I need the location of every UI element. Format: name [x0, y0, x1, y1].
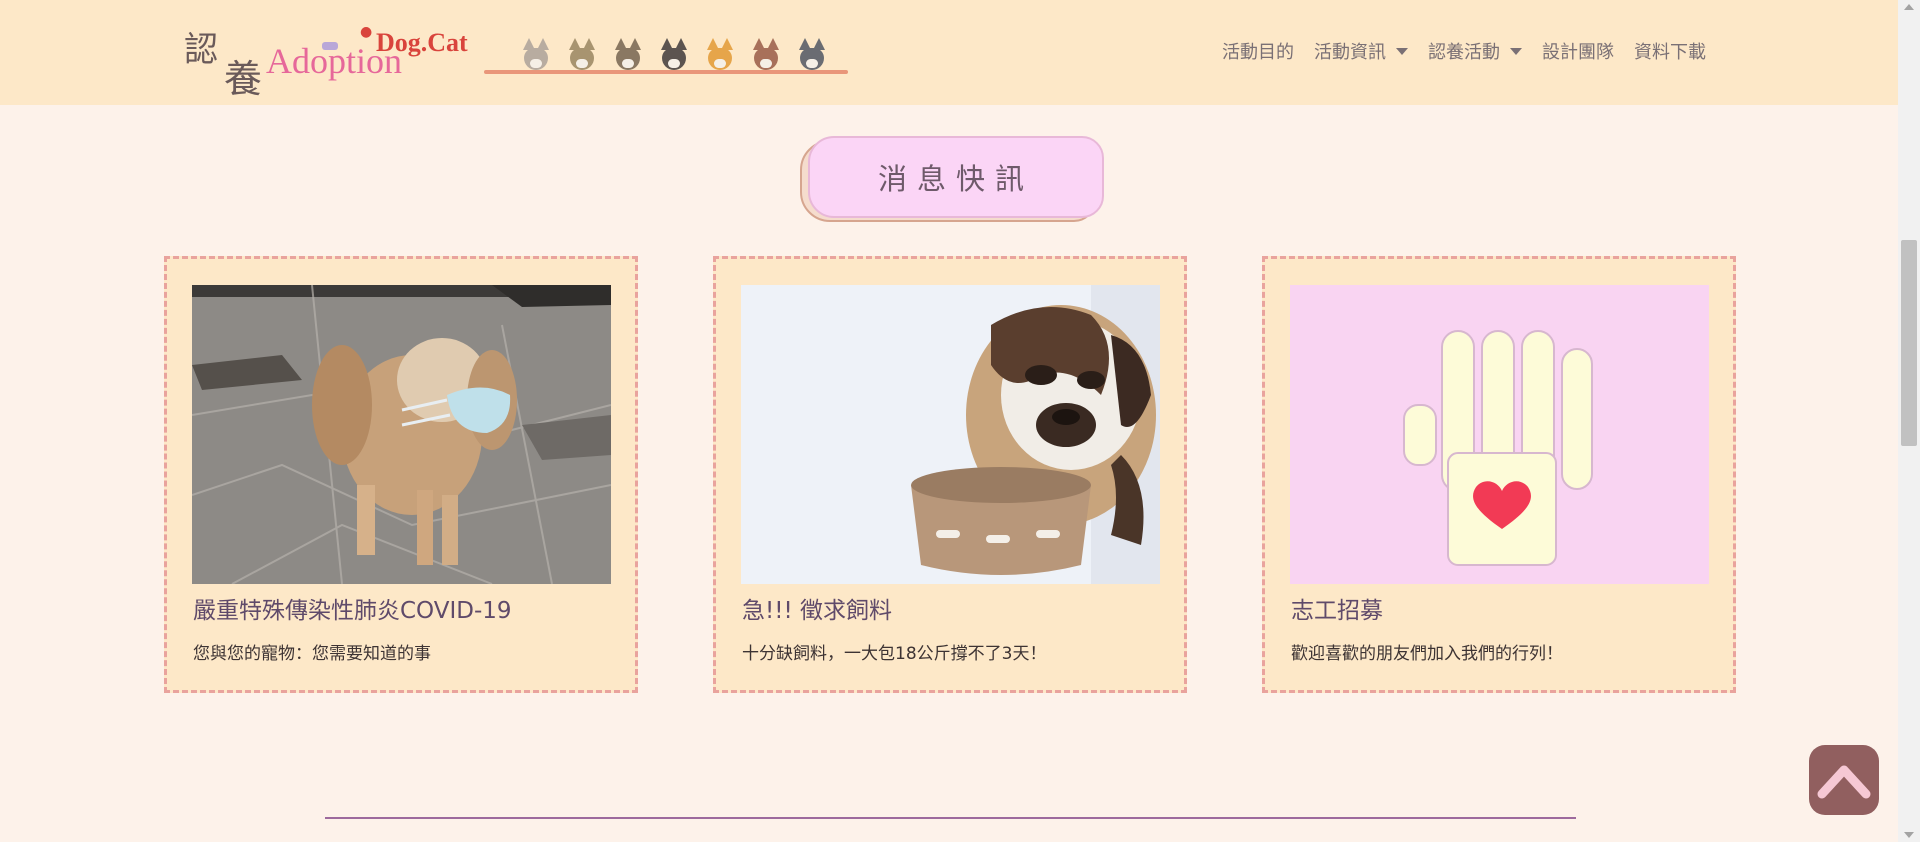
cat-tan-icon [566, 38, 598, 70]
nav-item-purpose[interactable]: 活動目的 [1222, 38, 1294, 64]
section-divider [325, 817, 1576, 819]
nav-item-info[interactable]: 活動資訊 [1314, 38, 1408, 64]
news-card-food-request[interactable]: 急!!! 徵求飼料 十分缺飼料，一大包18公斤撐不了3天！ [713, 256, 1187, 693]
site-logo[interactable]: 認 養 Adoption ● Dog.Cat [184, 18, 474, 101]
main-nav: 活動目的 活動資訊 認養活動 設計團隊 資料下載 [1202, 38, 1706, 64]
logo-kanji-bottom: 養 [224, 57, 263, 101]
nav-item-download[interactable]: 資料下載 [1634, 38, 1706, 64]
nav-item-adoption[interactable]: 認養活動 [1428, 38, 1522, 64]
scroll-down-icon[interactable] [1904, 832, 1914, 838]
card-title[interactable]: 嚴重特殊傳染性肺炎COVID-19 [193, 591, 512, 625]
news-card-volunteer[interactable]: 志工招募 歡迎喜歡的朋友們加入我們的行列！ [1262, 256, 1736, 693]
card-description: 歡迎喜歡的朋友們加入我們的行列！ [1291, 644, 1563, 664]
chevron-up-icon [1817, 765, 1871, 799]
site-header: 認 養 Adoption ● Dog.Cat 活動目的 活動資訊 認養活動 設計… [0, 0, 1898, 105]
nav-item-label: 活動資訊 [1314, 42, 1386, 63]
scrollbar-thumb[interactable] [1901, 240, 1917, 446]
card-title[interactable]: 急!!! 徵求飼料 [742, 591, 892, 625]
paw-icon: ● [360, 24, 373, 40]
nav-item-label: 資料下載 [1634, 42, 1706, 63]
cat-slate-icon [796, 38, 828, 70]
dog-red-icon [750, 38, 782, 70]
volunteer-hand-heart-icon[interactable] [1290, 285, 1709, 584]
logo-word-dogcat: Dog.Cat [376, 28, 468, 57]
dog-wearing-mask-photo[interactable] [192, 285, 611, 584]
nav-item-label: 設計團隊 [1542, 42, 1614, 63]
pet-faces-banner [484, 34, 848, 74]
card-description: 您與您的寵物：您需要知道的事 [193, 644, 431, 664]
logo-kanji-top: 認 [184, 30, 218, 70]
bulldog-food-bowl-photo[interactable] [741, 285, 1160, 584]
nav-item-label: 認養活動 [1428, 42, 1500, 63]
back-to-top-button[interactable] [1809, 745, 1879, 815]
section-title-pill: 消息快訊 [800, 136, 1106, 224]
nav-item-team[interactable]: 設計團隊 [1542, 38, 1614, 64]
news-card-covid[interactable]: 嚴重特殊傳染性肺炎COVID-19 您與您的寵物：您需要知道的事 [164, 256, 638, 693]
section-title: 消息快訊 [808, 136, 1104, 218]
caret-down-icon [1510, 47, 1522, 55]
scroll-up-icon[interactable] [1904, 4, 1914, 10]
nav-item-label: 活動目的 [1222, 42, 1294, 63]
card-description: 十分缺飼料，一大包18公斤撐不了3天！ [742, 644, 1047, 664]
dog-brown-icon [612, 38, 644, 70]
dog-dark-icon [658, 38, 690, 70]
caret-down-icon [1396, 47, 1408, 55]
card-title[interactable]: 志工招募 [1291, 591, 1383, 625]
cat-gray-icon [520, 38, 552, 70]
page-scrollbar[interactable] [1898, 0, 1920, 842]
banner-underline [484, 70, 848, 74]
dog-shiba-icon [704, 38, 736, 70]
